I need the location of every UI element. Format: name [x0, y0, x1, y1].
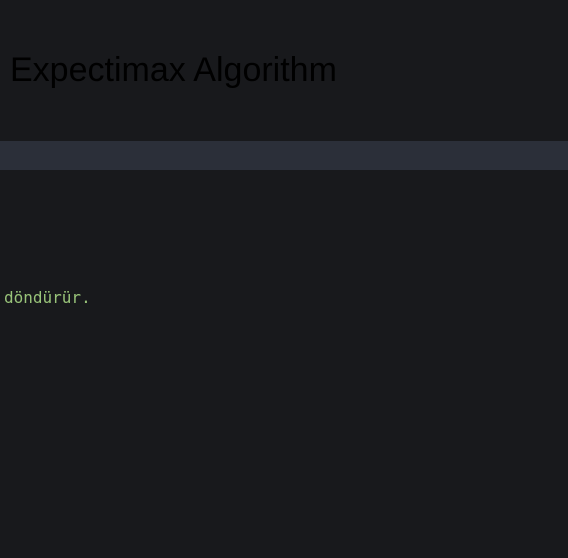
page: Expectimax Algorithm döndürür.	[0, 0, 568, 558]
code-line: döndürür.	[4, 288, 91, 307]
page-title: Expectimax Algorithm	[10, 51, 337, 89]
header-band	[0, 141, 568, 170]
